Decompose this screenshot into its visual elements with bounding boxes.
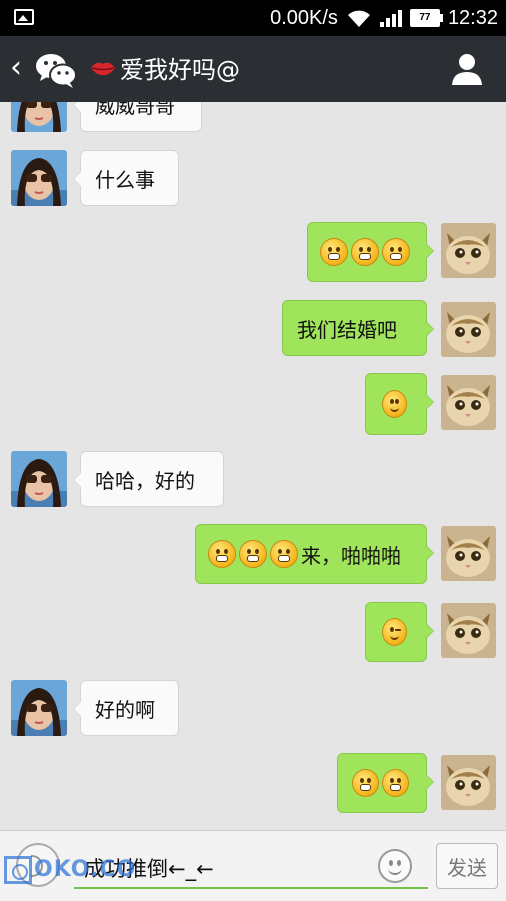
message-text: 威威哥哥 bbox=[95, 102, 175, 118]
message-bubble[interactable] bbox=[337, 753, 434, 813]
message-text: 我们结婚吧 bbox=[297, 317, 397, 342]
contact-avatar[interactable] bbox=[11, 150, 67, 206]
send-button[interactable]: 发送 bbox=[436, 843, 498, 889]
watermark-text: OKO.CO bbox=[34, 857, 137, 882]
emoji-grin-icon bbox=[382, 238, 410, 266]
battery-level: 77 bbox=[419, 12, 431, 23]
message-text: 来，啪啪啪 bbox=[301, 543, 401, 568]
status-bar: 0.00K/s 77 12:32 bbox=[0, 0, 506, 36]
emoji-icon[interactable] bbox=[378, 849, 412, 883]
message-bubble[interactable]: 好的啊 bbox=[73, 680, 179, 736]
emoji-grin-icon bbox=[352, 769, 379, 797]
wechat-icon[interactable] bbox=[34, 50, 78, 90]
message-list[interactable]: 威威哥哥 什么事 我们结婚吧 哈哈，好的 来，啪啪啪 好的啊 bbox=[0, 102, 506, 830]
clock: 12:32 bbox=[447, 6, 498, 29]
my-avatar[interactable] bbox=[441, 223, 496, 278]
back-chevron-icon[interactable]: ‹ bbox=[10, 50, 22, 86]
network-speed: 0.00K/s bbox=[270, 6, 338, 29]
my-avatar[interactable] bbox=[441, 526, 496, 581]
signal-icon bbox=[379, 9, 402, 27]
message-bubble[interactable] bbox=[307, 222, 434, 282]
contact-avatar[interactable] bbox=[11, 102, 67, 132]
emoji-wink-icon bbox=[382, 618, 407, 646]
my-avatar[interactable] bbox=[441, 603, 496, 658]
message-bubble[interactable]: 哈哈，好的 bbox=[73, 451, 224, 507]
gallery-notification-icon bbox=[14, 9, 34, 25]
emoji-smile-icon bbox=[382, 390, 407, 418]
status-indicators: 0.00K/s 77 12:32 bbox=[270, 0, 498, 36]
watermark-logo-icon bbox=[4, 856, 32, 884]
input-underline bbox=[74, 887, 428, 889]
emoji-grin-icon bbox=[208, 540, 236, 568]
message-text: 什么事 bbox=[95, 167, 155, 192]
chat-header: ‹ 爱我好吗@ bbox=[0, 36, 506, 102]
person-icon[interactable] bbox=[450, 52, 484, 86]
my-avatar[interactable] bbox=[441, 755, 496, 810]
message-bubble[interactable]: 什么事 bbox=[73, 150, 179, 206]
battery-icon: 77 bbox=[409, 9, 443, 27]
contact-avatar[interactable] bbox=[11, 680, 67, 736]
message-bubble[interactable]: 威威哥哥 bbox=[73, 102, 202, 132]
my-avatar[interactable] bbox=[441, 302, 496, 357]
emoji-grin-icon bbox=[382, 769, 409, 797]
emoji-grin-icon bbox=[320, 238, 348, 266]
message-bubble[interactable] bbox=[365, 602, 434, 662]
message-bubble[interactable]: 我们结婚吧 bbox=[282, 300, 434, 356]
emoji-grin-icon bbox=[351, 238, 379, 266]
message-text: 好的啊 bbox=[95, 697, 155, 722]
message-text: 哈哈，好的 bbox=[95, 468, 195, 493]
my-avatar[interactable] bbox=[441, 375, 496, 430]
message-bubble[interactable]: 来，啪啪啪 bbox=[195, 524, 434, 584]
wifi-icon bbox=[347, 10, 370, 27]
contact-avatar[interactable] bbox=[11, 451, 67, 507]
watermark: OKO.CO bbox=[4, 856, 136, 884]
emoji-grin-icon bbox=[270, 540, 298, 568]
lips-emoji-icon bbox=[91, 62, 115, 76]
message-bubble[interactable] bbox=[365, 373, 434, 435]
chat-title: 爱我好吗@ bbox=[120, 56, 240, 84]
emoji-grin-icon bbox=[239, 540, 267, 568]
